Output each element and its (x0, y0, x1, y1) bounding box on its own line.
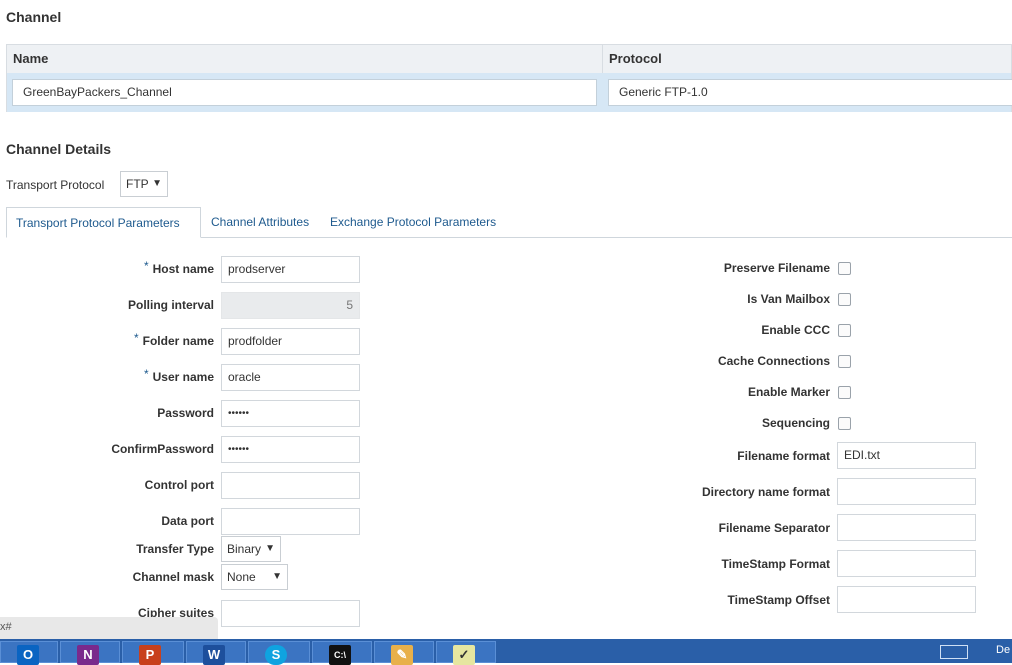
cache-connections-label: Cache Connections (717, 354, 830, 368)
polling-interval-input[interactable]: 5 (221, 292, 360, 319)
taskbar-word-button[interactable]: W (186, 641, 246, 665)
polling-interval-label: Polling interval (127, 298, 214, 312)
filename-format-input[interactable]: EDI.txt (837, 442, 976, 469)
timestamp-format-label: TimeStamp Format (721, 557, 830, 571)
required-icon: * (133, 331, 139, 345)
transfer-type-label: Transfer Type (136, 542, 214, 556)
column-header-name[interactable]: Name (7, 45, 603, 73)
tab-exchange-protocol-parameters[interactable]: Exchange Protocol Parameters (321, 207, 505, 238)
channel-mask-label: Channel mask (132, 570, 214, 584)
chevron-down-icon: ▼ (265, 543, 275, 554)
taskbar-cmd-button[interactable]: C:\ (312, 641, 372, 665)
data-port-input[interactable] (221, 508, 360, 535)
enable-marker-label: Enable Marker (747, 385, 830, 399)
password-input[interactable]: •••••• (221, 400, 360, 427)
user-name-input[interactable]: oracle (221, 364, 360, 391)
keyboard-icon[interactable] (940, 645, 968, 659)
cache-connections-checkbox[interactable] (838, 355, 851, 368)
enable-marker-checkbox[interactable] (838, 386, 851, 399)
taskbar-skype-button[interactable]: S (248, 641, 310, 665)
channel-mask-value: None (227, 570, 256, 584)
transfer-type-value: Binary (227, 542, 262, 556)
taskbar-notepad-button[interactable]: ✓ (436, 641, 496, 665)
transport-protocol-label: Transport Protocol (6, 178, 105, 192)
required-icon: * (143, 259, 149, 273)
host-name-input[interactable]: prodserver (221, 256, 360, 283)
onenote-icon: N (77, 645, 99, 665)
tray-clock-text[interactable]: De (996, 644, 1010, 656)
van-mailbox-checkbox[interactable] (838, 293, 851, 306)
channel-table: Name Protocol GreenBayPackers_Channel Ge… (6, 44, 1012, 112)
required-icon: * (143, 367, 149, 381)
control-port-input[interactable] (221, 472, 360, 499)
channel-name-field[interactable]: GreenBayPackers_Channel (12, 79, 597, 106)
timestamp-format-input[interactable] (837, 550, 976, 577)
directory-name-format-label: Directory name format (701, 485, 830, 499)
password-label: Password (157, 406, 214, 420)
control-port-label: Control port (144, 478, 214, 492)
transport-protocol-value: FTP (126, 177, 149, 191)
tooltip-text: x# (0, 621, 12, 633)
taskbar-paint-button[interactable]: ✎ (374, 641, 434, 665)
sequencing-checkbox[interactable] (838, 417, 851, 430)
directory-name-format-input[interactable] (837, 478, 976, 505)
transport-protocol-select[interactable]: FTP ▼ (120, 171, 168, 197)
enable-ccc-checkbox[interactable] (838, 324, 851, 337)
chevron-down-icon: ▼ (152, 178, 162, 189)
transfer-type-select[interactable]: Binary ▼ (221, 536, 281, 562)
taskbar-powerpoint-button[interactable]: P (122, 641, 184, 665)
paint-icon: ✎ (391, 645, 413, 665)
channel-mask-select[interactable]: None ▼ (221, 564, 288, 590)
tab-transport-protocol-parameters[interactable]: Transport Protocol Parameters (6, 207, 201, 238)
timestamp-offset-input[interactable] (837, 586, 976, 613)
channel-details-title: Channel Details (6, 141, 112, 157)
confirm-password-label: ConfirmPassword (111, 442, 214, 456)
skype-icon: S (265, 645, 287, 665)
chevron-down-icon: ▼ (272, 571, 282, 582)
filename-separator-input[interactable] (837, 514, 976, 541)
powerpoint-icon: P (139, 645, 161, 665)
taskbar-onenote-button[interactable]: N (60, 641, 120, 665)
timestamp-offset-label: TimeStamp Offset (727, 593, 830, 607)
channel-title: Channel (6, 9, 62, 25)
tab-channel-attributes[interactable]: Channel Attributes (202, 207, 318, 238)
filename-separator-label: Filename Separator (718, 521, 830, 535)
van-mailbox-label: Is Van Mailbox (747, 292, 830, 306)
outlook-icon: O (17, 645, 39, 665)
folder-name-input[interactable]: prodfolder (221, 328, 360, 355)
taskbar: O N P W S C:\ ✎ ✓ De (0, 639, 1012, 665)
host-name-label: * Host name (143, 259, 214, 276)
preserve-filename-label: Preserve Filename (723, 261, 830, 275)
folder-name-label: * Folder name (133, 331, 214, 348)
notepad-icon: ✓ (453, 645, 475, 665)
cmd-icon: C:\ (329, 645, 351, 665)
data-port-label: Data port (161, 514, 214, 528)
word-icon: W (203, 645, 225, 665)
user-name-label: * User name (143, 367, 214, 384)
enable-ccc-label: Enable CCC (761, 323, 830, 337)
sequencing-label: Sequencing (761, 416, 830, 430)
taskbar-outlook-button[interactable]: O (0, 641, 58, 665)
filename-format-label: Filename format (737, 449, 830, 463)
confirm-password-input[interactable]: •••••• (221, 436, 360, 463)
protocol-field[interactable]: Generic FTP-1.0 (608, 79, 1012, 106)
cipher-suites-input[interactable] (221, 600, 360, 627)
preserve-filename-checkbox[interactable] (838, 262, 851, 275)
tab-bar: Transport Protocol Parameters Channel At… (6, 207, 1012, 238)
column-header-protocol[interactable]: Protocol (603, 45, 1012, 73)
